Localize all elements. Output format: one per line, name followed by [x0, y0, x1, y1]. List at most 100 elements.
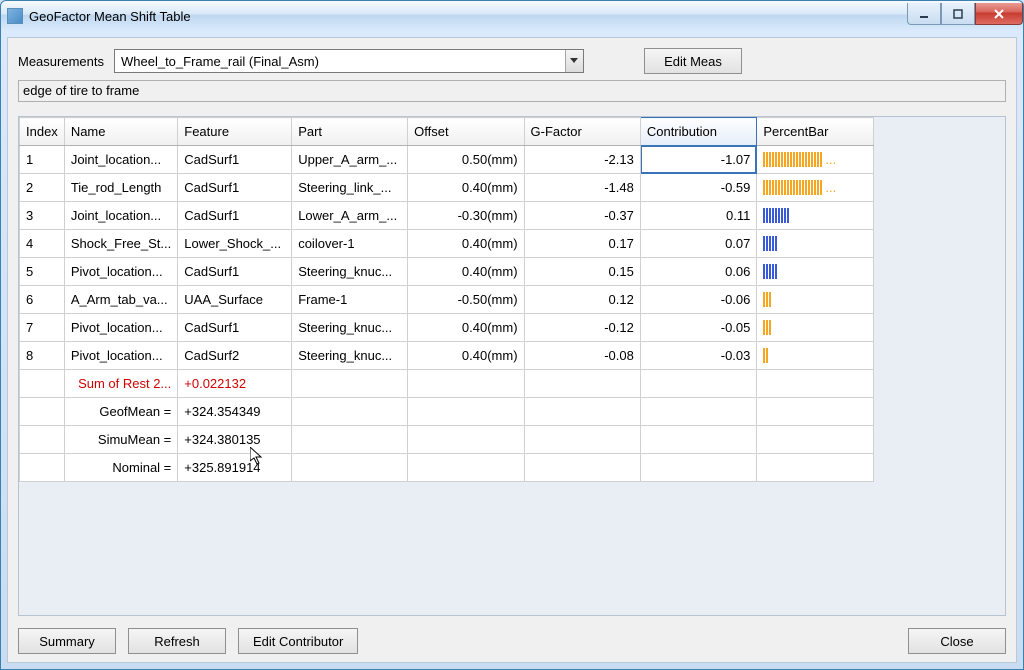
table-row[interactable]: 5Pivot_location...CadSurf1Steering_knuc.… [20, 258, 874, 286]
edit-contributor-button[interactable]: Edit Contributor [238, 628, 358, 654]
cell-name[interactable]: Tie_rod_Length [64, 174, 177, 202]
measurements-combo[interactable]: Wheel_to_Frame_rail (Final_Asm) [114, 49, 584, 73]
cell-part[interactable]: Steering_knuc... [292, 342, 408, 370]
cell-index[interactable]: 1 [20, 146, 65, 174]
edit-meas-button[interactable]: Edit Meas [644, 48, 742, 74]
cell-feature[interactable]: CadSurf2 [178, 342, 292, 370]
cell-name[interactable]: Joint_location... [64, 202, 177, 230]
cell-percentbar[interactable] [757, 342, 874, 370]
cell-contribution[interactable]: 0.11 [640, 202, 757, 230]
cell-contribution[interactable]: -1.07 [640, 146, 757, 174]
cell-empty [640, 454, 757, 482]
footer-bar: Summary Refresh Edit Contributor Close [18, 616, 1006, 654]
summary-value: +324.380135 [178, 426, 292, 454]
cell-contribution[interactable]: -0.06 [640, 286, 757, 314]
percent-bar [763, 348, 867, 363]
cell-name[interactable]: Joint_location... [64, 146, 177, 174]
cell-gfactor[interactable]: 0.17 [524, 230, 640, 258]
cell-name[interactable]: Shock_Free_St... [64, 230, 177, 258]
cell-gfactor[interactable]: -0.37 [524, 202, 640, 230]
chevron-down-icon[interactable] [565, 50, 583, 72]
cell-contribution[interactable]: -0.05 [640, 314, 757, 342]
cell-name[interactable]: Pivot_location... [64, 342, 177, 370]
cell-offset[interactable]: 0.40(mm) [408, 174, 524, 202]
cell-percentbar[interactable] [757, 286, 874, 314]
col-offset[interactable]: Offset [408, 118, 524, 146]
cell-percentbar[interactable] [757, 230, 874, 258]
titlebar[interactable]: GeoFactor Mean Shift Table [1, 1, 1023, 31]
cell-index[interactable]: 7 [20, 314, 65, 342]
col-part[interactable]: Part [292, 118, 408, 146]
col-gfactor[interactable]: G-Factor [524, 118, 640, 146]
cell-part[interactable]: Lower_A_arm_... [292, 202, 408, 230]
cell-part[interactable]: coilover-1 [292, 230, 408, 258]
close-window-button[interactable] [975, 3, 1023, 25]
table-row[interactable]: 4Shock_Free_St...Lower_Shock_...coilover… [20, 230, 874, 258]
cell-offset[interactable]: 0.40(mm) [408, 342, 524, 370]
cell-percentbar[interactable]: ... [757, 146, 874, 174]
close-button[interactable]: Close [908, 628, 1006, 654]
refresh-button[interactable]: Refresh [128, 628, 226, 654]
cell-part[interactable]: Steering_knuc... [292, 258, 408, 286]
cell-feature[interactable]: CadSurf1 [178, 174, 292, 202]
cell-name[interactable]: Pivot_location... [64, 314, 177, 342]
cell-offset[interactable]: -0.30(mm) [408, 202, 524, 230]
cell-feature[interactable]: UAA_Surface [178, 286, 292, 314]
cell-offset[interactable]: 0.40(mm) [408, 230, 524, 258]
cell-index[interactable]: 4 [20, 230, 65, 258]
cell-index[interactable]: 5 [20, 258, 65, 286]
cell-offset[interactable]: 0.50(mm) [408, 146, 524, 174]
cell-contribution[interactable]: -0.03 [640, 342, 757, 370]
cell-offset[interactable]: 0.40(mm) [408, 258, 524, 286]
cell-offset[interactable]: 0.40(mm) [408, 314, 524, 342]
cell-feature[interactable]: CadSurf1 [178, 202, 292, 230]
cell-percentbar[interactable] [757, 202, 874, 230]
cell-gfactor[interactable]: -0.12 [524, 314, 640, 342]
cell-contribution[interactable]: 0.06 [640, 258, 757, 286]
col-name[interactable]: Name [64, 118, 177, 146]
cell-gfactor[interactable]: -2.13 [524, 146, 640, 174]
table-row[interactable]: 6A_Arm_tab_va...UAA_SurfaceFrame-1-0.50(… [20, 286, 874, 314]
col-percentbar[interactable]: PercentBar [757, 118, 874, 146]
maximize-button[interactable] [941, 3, 975, 25]
cell-index[interactable]: 8 [20, 342, 65, 370]
cell-part[interactable]: Steering_knuc... [292, 314, 408, 342]
col-feature[interactable]: Feature [178, 118, 292, 146]
description-bar[interactable]: edge of tire to frame [18, 80, 1006, 102]
cell-percentbar[interactable]: ... [757, 174, 874, 202]
cell-gfactor[interactable]: -1.48 [524, 174, 640, 202]
summary-button[interactable]: Summary [18, 628, 116, 654]
table-row[interactable]: 1Joint_location...CadSurf1Upper_A_arm_..… [20, 146, 874, 174]
cell-feature[interactable]: CadSurf1 [178, 258, 292, 286]
summary-value: +324.354349 [178, 398, 292, 426]
cell-empty [408, 370, 524, 398]
cell-feature[interactable]: CadSurf1 [178, 146, 292, 174]
cell-gfactor[interactable]: 0.15 [524, 258, 640, 286]
cell-gfactor[interactable]: -0.08 [524, 342, 640, 370]
cell-contribution[interactable]: 0.07 [640, 230, 757, 258]
cell-name[interactable]: A_Arm_tab_va... [64, 286, 177, 314]
cell-name[interactable]: Pivot_location... [64, 258, 177, 286]
cell-part[interactable]: Steering_link_... [292, 174, 408, 202]
table-row[interactable]: 7Pivot_location...CadSurf1Steering_knuc.… [20, 314, 874, 342]
cell-offset[interactable]: -0.50(mm) [408, 286, 524, 314]
table-row[interactable]: 2Tie_rod_LengthCadSurf1Steering_link_...… [20, 174, 874, 202]
cell-part[interactable]: Upper_A_arm_... [292, 146, 408, 174]
cell-index[interactable]: 6 [20, 286, 65, 314]
cell-index[interactable]: 2 [20, 174, 65, 202]
minimize-icon [918, 8, 930, 20]
cell-percentbar[interactable] [757, 314, 874, 342]
table-row[interactable]: 8Pivot_location...CadSurf2Steering_knuc.… [20, 342, 874, 370]
cell-gfactor[interactable]: 0.12 [524, 286, 640, 314]
cell-index[interactable]: 3 [20, 202, 65, 230]
cell-feature[interactable]: Lower_Shock_... [178, 230, 292, 258]
cell-part[interactable]: Frame-1 [292, 286, 408, 314]
cell-contribution[interactable]: -0.59 [640, 174, 757, 202]
cell-feature[interactable]: CadSurf1 [178, 314, 292, 342]
col-index[interactable]: Index [20, 118, 65, 146]
table-row[interactable]: 3Joint_location...CadSurf1Lower_A_arm_..… [20, 202, 874, 230]
minimize-button[interactable] [907, 3, 941, 25]
cell-percentbar[interactable] [757, 258, 874, 286]
col-contribution[interactable]: Contribution [640, 118, 757, 146]
table-container: Index Name Feature Part Offset G-Factor … [18, 116, 1006, 616]
